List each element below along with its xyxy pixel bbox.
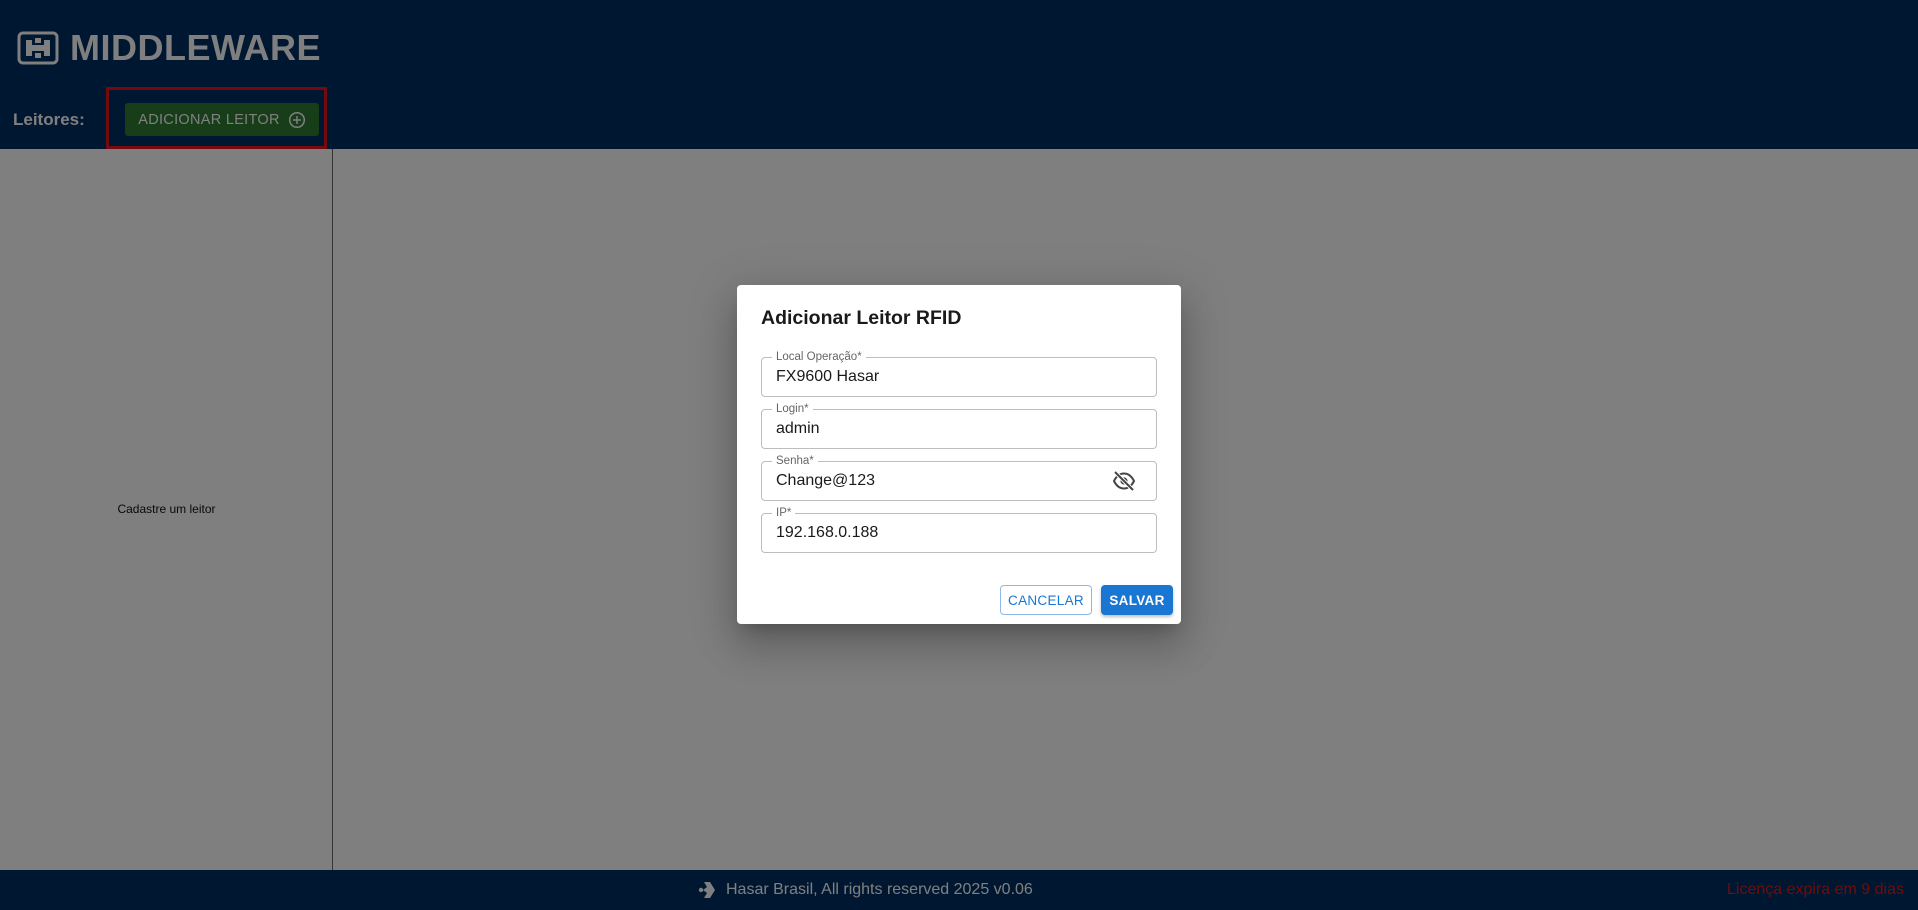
password-field[interactable]: Senha*: [761, 454, 1157, 501]
location-field[interactable]: Local Operação*: [761, 350, 1157, 397]
login-field[interactable]: Login*: [761, 402, 1157, 449]
location-input[interactable]: [776, 358, 1106, 396]
ip-field[interactable]: IP*: [761, 506, 1157, 553]
ip-input[interactable]: [776, 514, 1106, 552]
save-button[interactable]: SALVAR: [1101, 585, 1173, 615]
cancel-button[interactable]: CANCELAR: [1000, 585, 1092, 615]
eye-off-icon[interactable]: [1112, 471, 1136, 491]
add-reader-dialog: Adicionar Leitor RFID Local Operação* Lo…: [737, 285, 1181, 624]
password-input[interactable]: [776, 462, 1106, 500]
login-input[interactable]: [776, 410, 1106, 448]
dialog-title: Adicionar Leitor RFID: [761, 307, 962, 329]
